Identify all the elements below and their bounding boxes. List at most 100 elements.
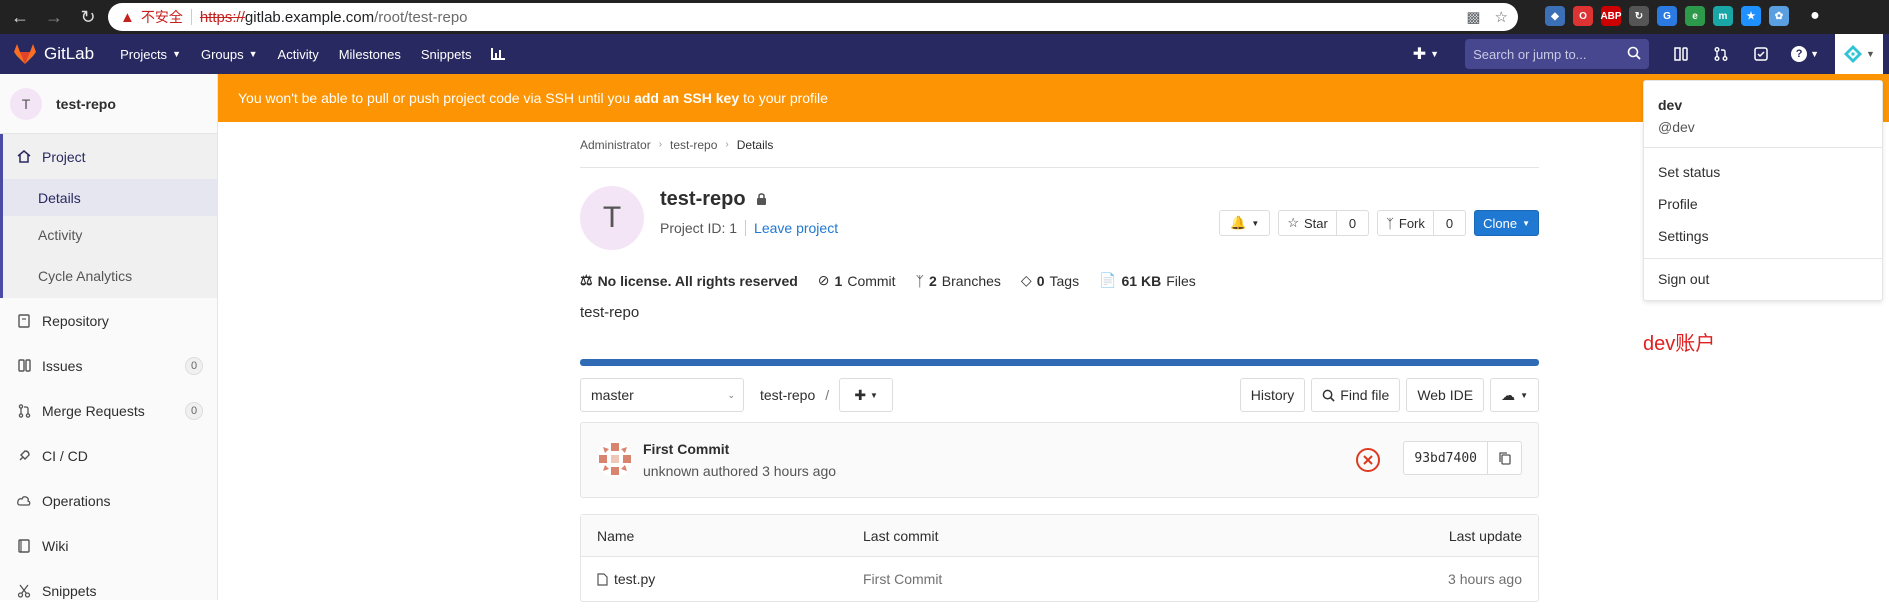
forward-icon[interactable]: → — [40, 3, 68, 31]
menu-item-profile[interactable]: Profile — [1644, 188, 1882, 220]
chevron-right-icon: › — [725, 139, 729, 150]
nav-projects[interactable]: Projects ▼ — [120, 47, 181, 62]
file-name[interactable]: test.py — [614, 571, 655, 587]
sidebar-item-merge-requests[interactable]: Merge Requests 0 — [0, 388, 217, 433]
back-icon[interactable]: ← — [6, 3, 34, 31]
branches-stat[interactable]: ᛉ 2 Branches — [916, 273, 1001, 289]
sidebar-subitem-details[interactable]: Details — [3, 179, 217, 216]
sidebar-item-issues[interactable]: Issues 0 — [0, 343, 217, 388]
nav-label: Groups — [200, 46, 244, 62]
extension-icon[interactable]: e — [1685, 6, 1705, 26]
extension-icon[interactable]: ◆ — [1545, 6, 1565, 26]
count-badge: 0 — [185, 356, 203, 375]
page-title: test-repo — [660, 188, 767, 211]
search-input[interactable]: Search or jump to... — [1465, 39, 1650, 69]
sidebar-item-snippets[interactable]: Snippets — [0, 568, 217, 613]
user-avatar-icon — [1844, 45, 1863, 63]
notification-button[interactable]: 🔔 ▼ — [1219, 210, 1271, 236]
commit-sha[interactable]: 93bd7400 — [1403, 441, 1488, 475]
leave-project-link[interactable]: Leave project — [754, 220, 838, 236]
dropdown-user-info[interactable]: dev @dev — [1644, 81, 1882, 135]
extension-icon[interactable]: m — [1713, 6, 1733, 26]
user-menu-button[interactable]: ▼ — [1835, 34, 1883, 74]
sidebar-project-header[interactable]: T test-repo — [0, 74, 217, 134]
clone-button[interactable]: Clone ▼ — [1474, 210, 1539, 236]
bookmark-star-icon[interactable]: ☆ — [1495, 8, 1508, 26]
license-stat[interactable]: ⚖ No license. All rights reserved — [580, 272, 798, 289]
branch-dropdown[interactable]: master ⌄ — [580, 378, 744, 412]
add-file-button[interactable]: ✚ ▼ — [839, 378, 894, 412]
commits-stat[interactable]: ⊘ 1 Commit — [818, 272, 896, 289]
fork-button[interactable]: ᛉ Fork — [1377, 210, 1434, 236]
help-menu[interactable]: ? ▼ — [1791, 46, 1819, 62]
nav-milestones[interactable]: Milestones — [339, 47, 401, 62]
gitlab-logo[interactable]: GitLab — [14, 44, 94, 64]
extension-icon[interactable]: ✿ — [1769, 6, 1789, 26]
divider — [1644, 258, 1882, 259]
ssh-key-alert: You won't be able to pull or push projec… — [218, 74, 1889, 122]
sidebar-subitem-cycle-analytics[interactable]: Cycle Analytics — [3, 253, 217, 298]
chevron-down-icon: ▼ — [1430, 49, 1440, 59]
pipeline-failed-icon[interactable] — [1355, 447, 1381, 473]
sidebar-subitem-activity[interactable]: Activity — [3, 216, 217, 253]
divider — [1644, 147, 1882, 148]
file-icon — [597, 572, 608, 586]
translate-icon[interactable]: ▩ — [1466, 8, 1480, 26]
sidebar-item-wiki[interactable]: Wiki — [0, 523, 217, 568]
browser-toolbar: ← → ↻ ▲ 不安全 https:// gitlab.example.com … — [0, 0, 1889, 34]
extension-icon[interactable]: ↻ — [1629, 6, 1649, 26]
add-ssh-key-link[interactable]: add an SSH key — [634, 90, 739, 106]
extension-icon[interactable]: O — [1573, 6, 1593, 26]
star-count[interactable]: 0 — [1336, 210, 1370, 236]
file-name-cell[interactable]: test.py — [597, 571, 655, 587]
web-ide-button[interactable]: Web IDE — [1406, 378, 1485, 412]
breadcrumb-link[interactable]: Administrator — [580, 138, 651, 152]
commit-meta: unknown authored 3 hours ago — [643, 463, 837, 479]
todo-icon[interactable] — [1751, 44, 1771, 64]
path-root-link[interactable]: test-repo — [760, 387, 815, 403]
sidebar-item-repository[interactable]: Repository — [0, 298, 217, 343]
find-file-button[interactable]: Find file — [1311, 378, 1401, 412]
adblock-icon[interactable]: ABP — [1600, 6, 1622, 26]
files-size: 61 KB — [1121, 272, 1162, 289]
chevron-down-icon: ▼ — [248, 49, 258, 59]
fork-count[interactable]: 0 — [1433, 210, 1467, 236]
new-item-button[interactable]: ✚ ▼ — [1413, 44, 1439, 64]
nav-snippets[interactable]: Snippets — [421, 47, 472, 62]
reload-icon[interactable]: ↻ — [74, 3, 102, 31]
files-stat[interactable]: 📄 61 KB Files — [1099, 272, 1196, 289]
profile-icon[interactable]: ● — [1805, 6, 1825, 26]
nav-activity[interactable]: Activity — [278, 47, 319, 62]
panel-icon[interactable] — [1671, 44, 1691, 64]
chevron-right-icon: › — [658, 139, 663, 150]
chevron-down-icon: ▼ — [870, 390, 878, 400]
scissors-icon — [16, 584, 32, 598]
nav-groups[interactable]: Groups ▼ — [201, 47, 258, 62]
menu-item-settings[interactable]: Settings — [1644, 220, 1882, 252]
history-button[interactable]: History — [1239, 378, 1306, 412]
sidebar-item-project[interactable]: Project — [3, 134, 217, 179]
file-last-commit[interactable]: First Commit — [863, 571, 942, 587]
project-sidebar: T test-repo Project Details Activity Cyc… — [0, 74, 218, 600]
menu-item-set-status[interactable]: Set status — [1644, 156, 1882, 188]
extension-icon[interactable]: ★ — [1741, 6, 1761, 26]
star-button[interactable]: ☆ Star — [1278, 210, 1337, 236]
sidebar-item-label: Snippets — [42, 582, 97, 599]
tag-count: 0 — [1036, 272, 1045, 289]
commit-title-link[interactable]: First Commit — [643, 441, 729, 457]
merge-request-icon[interactable] — [1711, 44, 1731, 64]
tags-stat[interactable]: ◇ 0 Tags — [1021, 272, 1079, 289]
menu-item-sign-out[interactable]: Sign out — [1644, 263, 1882, 295]
extension-icon[interactable]: G — [1657, 6, 1677, 26]
sidebar-item-operations[interactable]: Operations — [0, 478, 217, 523]
breadcrumb-link[interactable]: test-repo — [670, 138, 717, 152]
branch-icon: ᛉ — [915, 272, 924, 289]
address-bar[interactable]: ▲ 不安全 https:// gitlab.example.com /root/… — [108, 3, 1518, 31]
copy-sha-button[interactable] — [1488, 441, 1522, 475]
download-button[interactable]: ☁ ▼ — [1490, 378, 1539, 412]
chart-icon[interactable] — [491, 47, 506, 62]
repo-toolbar: master ⌄ test-repo / ✚ ▼ History Find fi… — [580, 378, 1539, 412]
table-row[interactable]: test.py First Commit 3 hours ago — [581, 557, 1538, 601]
star-label: Star — [1303, 215, 1328, 231]
sidebar-item-ci-cd[interactable]: CI / CD — [0, 433, 217, 478]
